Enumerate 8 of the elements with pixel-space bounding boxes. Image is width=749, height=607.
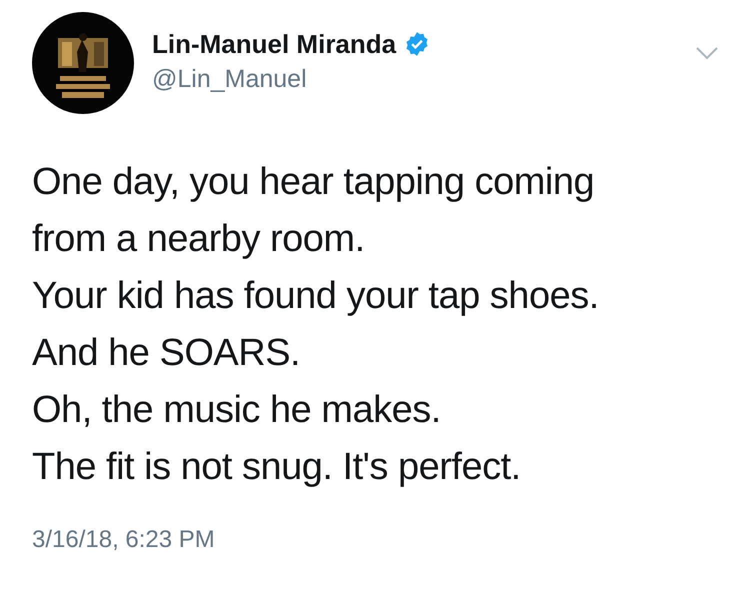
tweet-text-line: The fit is not snug. It's perfect. xyxy=(32,445,522,490)
tweet-text-line: Your kid has found your tap shoes. xyxy=(32,274,600,319)
tweet-text-line: And he SOARS. xyxy=(32,331,302,376)
author-handle[interactable]: @Lin_Manuel xyxy=(152,62,695,96)
tweet-text-line: Oh, the music he makes. xyxy=(32,388,442,433)
tweet-timestamp[interactable]: 3/16/18, 6:23 PM xyxy=(32,522,721,558)
tweet-text-line: One day, you hear tapping coming from a nearby room. xyxy=(32,160,596,262)
author-name[interactable]: Lin-Manuel Miranda xyxy=(152,28,396,60)
